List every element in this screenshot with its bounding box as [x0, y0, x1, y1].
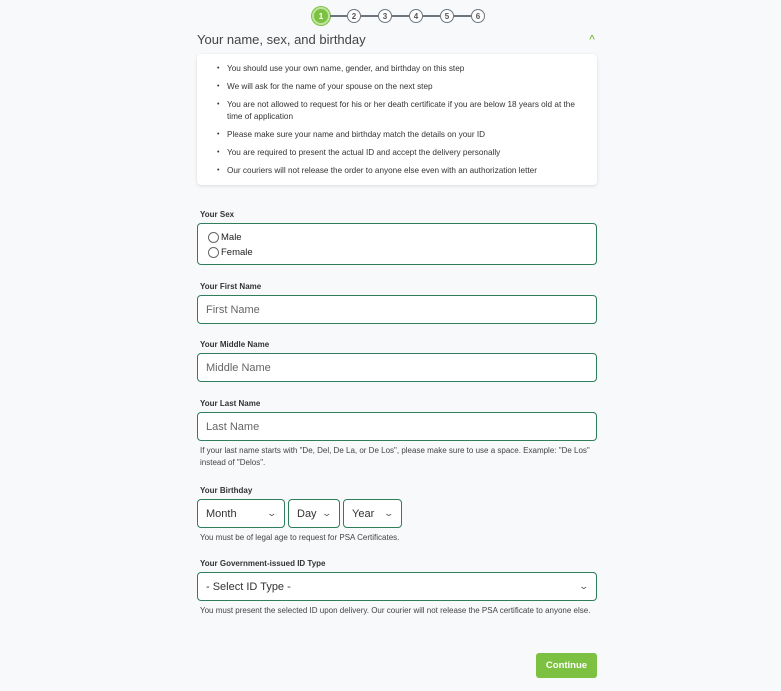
middle-name-box[interactable] [197, 353, 597, 382]
day-select[interactable]: Day ⌄ [288, 499, 340, 528]
last-name-input[interactable] [206, 420, 596, 433]
birthday-selects: Month ⌄ Day ⌄ Year ⌄ [197, 499, 597, 528]
id-type-label: Your Government-issued ID Type [200, 559, 326, 568]
last-name-field: Your Last Name If your last name starts … [197, 399, 597, 469]
step-connector [392, 15, 409, 17]
info-card: You should use your own name, gender, an… [197, 54, 597, 185]
step-5: 5 [440, 9, 454, 23]
radio-male-label[interactable]: Male [221, 232, 242, 243]
step-3: 3 [378, 9, 392, 23]
first-name-input[interactable] [206, 303, 596, 316]
info-list: You should use your own name, gender, an… [209, 63, 587, 177]
step-connector [454, 15, 471, 17]
chevron-down-icon: ⌄ [321, 508, 333, 518]
info-item: You should use your own name, gender, an… [217, 63, 587, 75]
birthday-hint: You must be of legal age to request for … [200, 533, 400, 542]
middle-name-label: Your Middle Name [200, 340, 270, 349]
id-type-select[interactable]: - Select ID Type - ⌄ [197, 572, 597, 601]
section-header[interactable]: Your name, sex, and birthday ^ [197, 32, 597, 47]
step-4: 4 [409, 9, 423, 23]
first-name-field: Your First Name [197, 282, 597, 324]
chevron-down-icon: ⌄ [266, 508, 278, 518]
sex-label: Your Sex [200, 210, 235, 219]
month-select-value: Month [206, 507, 237, 520]
chevron-down-icon: ⌄ [578, 581, 590, 591]
info-item: You are not allowed to request for his o… [217, 99, 587, 123]
step-1: 1 [312, 7, 330, 25]
radio-male-circle[interactable] [208, 232, 219, 243]
birthday-field: Your Birthday Month ⌄ Day ⌄ Year ⌄ You m… [197, 486, 597, 544]
step-2: 2 [347, 9, 361, 23]
month-select[interactable]: Month ⌄ [197, 499, 285, 528]
last-name-label: Your Last Name [200, 399, 261, 408]
radio-female[interactable]: Female [208, 245, 586, 260]
info-item: Please make sure your name and birthday … [217, 129, 587, 141]
birthday-label: Your Birthday [200, 486, 253, 495]
year-select-value: Year [352, 507, 375, 520]
radio-male[interactable]: Male [208, 230, 586, 245]
progress-stepper: 1 2 3 4 5 6 [312, 7, 485, 25]
info-item: You are required to present the actual I… [217, 147, 587, 159]
id-type-field: Your Government-issued ID Type - Select … [197, 559, 597, 617]
continue-button[interactable]: Continue [536, 653, 597, 678]
info-item: We will ask for the name of your spouse … [217, 81, 587, 93]
section-title: Your name, sex, and birthday [197, 32, 366, 47]
middle-name-input[interactable] [206, 361, 596, 374]
step-connector [423, 15, 440, 17]
last-name-box[interactable] [197, 412, 597, 441]
id-type-select-value: - Select ID Type - [206, 580, 291, 593]
day-select-value: Day [297, 507, 317, 520]
info-item: Our couriers will not release the order … [217, 165, 587, 177]
sex-radio-group: Male Female [197, 223, 597, 265]
middle-name-field: Your Middle Name [197, 340, 597, 382]
year-select[interactable]: Year ⌄ [343, 499, 402, 528]
radio-female-label[interactable]: Female [221, 247, 253, 258]
chevron-down-icon: ⌄ [383, 508, 395, 518]
chevron-up-icon[interactable]: ^ [589, 34, 595, 45]
sex-field: Your Sex Male Female [197, 210, 597, 265]
radio-female-circle[interactable] [208, 247, 219, 258]
step-connector [361, 15, 378, 17]
step-6: 6 [471, 9, 485, 23]
id-type-hint: You must present the selected ID upon de… [200, 606, 591, 615]
step-connector [330, 15, 347, 17]
first-name-label: Your First Name [200, 282, 262, 291]
first-name-box[interactable] [197, 295, 597, 324]
last-name-hint: If your last name starts with "De, Del, … [200, 446, 590, 467]
